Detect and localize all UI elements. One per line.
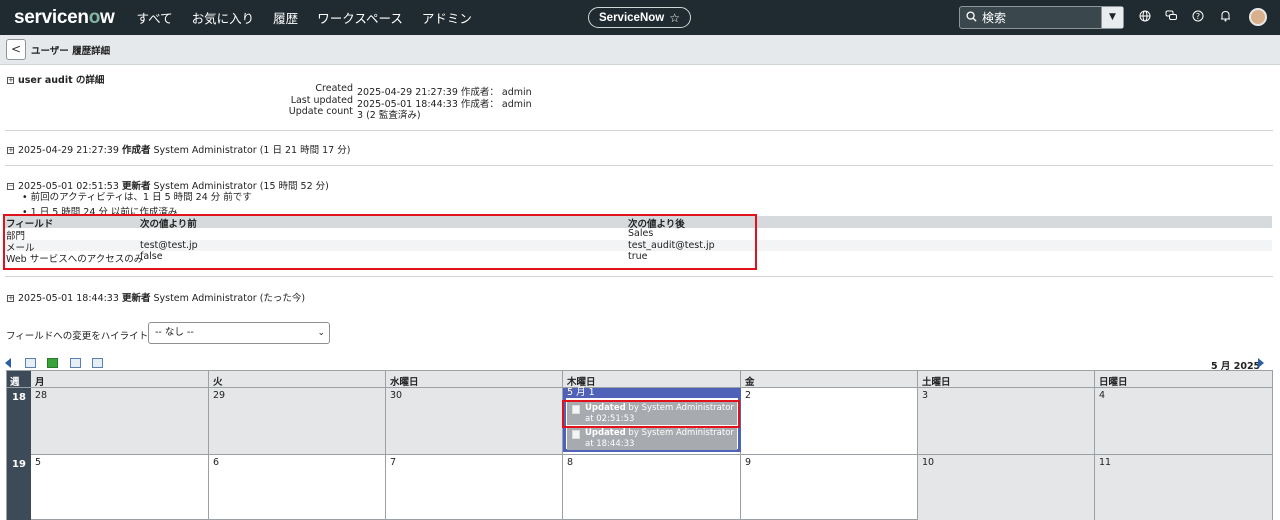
update-count-label: Update count	[288, 106, 353, 117]
day-cell[interactable]: 10	[918, 455, 1095, 520]
day-cell[interactable]: 7	[386, 455, 563, 520]
day-view-icon[interactable]	[25, 358, 36, 368]
star-icon[interactable]: ☆	[669, 11, 680, 25]
calendar-grid: 週 月 火 水曜日 木曜日 金 土曜日 日曜日 18 19 28 29 30 2…	[6, 370, 1273, 520]
back-button[interactable]: <	[6, 39, 26, 60]
expand-icon[interactable]: +	[7, 295, 14, 302]
created-label: Created	[315, 83, 353, 94]
form-header: < ユーザー 履歴詳細	[0, 35, 1280, 65]
document-icon	[572, 430, 580, 439]
chevron-down-icon: ⌄	[317, 328, 325, 338]
next-month-icon[interactable]	[1258, 358, 1264, 368]
collapse-icon[interactable]: −	[7, 183, 14, 190]
note-item: • 前回のアクティビティは、1 日 5 時間 24 分 前です	[22, 192, 252, 203]
globe-icon[interactable]	[1138, 10, 1152, 24]
menu-admin[interactable]: アドミン	[422, 8, 472, 27]
day-header-mon: 月	[31, 371, 209, 388]
day-cell[interactable]: 4	[1095, 388, 1272, 455]
divider	[5, 165, 1273, 166]
details-title: の詳細	[72, 75, 105, 86]
chat-icon[interactable]	[1164, 10, 1178, 24]
day-cell[interactable]: 8	[563, 455, 741, 520]
highlight-box-diff	[3, 214, 757, 270]
menu-all[interactable]: すべて	[137, 8, 173, 27]
day-cell[interactable]: 30	[386, 388, 563, 455]
page-title: ユーザー 履歴詳細	[31, 46, 111, 57]
day-header-sun: 日曜日	[1095, 371, 1272, 388]
details-section-header[interactable]: + user audit の詳細	[7, 72, 104, 86]
week-number: 18	[12, 392, 26, 403]
day-cell[interactable]: 28	[31, 388, 209, 455]
entry-time: 2025-04-29 21:27:39	[18, 145, 119, 156]
expand-icon[interactable]: +	[7, 77, 14, 84]
divider	[5, 130, 1273, 131]
entry-verb: 作成者	[121, 145, 151, 156]
day-header-fri: 金	[741, 371, 918, 388]
week-header: 週	[7, 371, 31, 388]
highlight-label: フィールドへの変更をハイライト:	[6, 331, 152, 342]
highlight-selected-value: -- なし --	[155, 327, 194, 338]
menu-history[interactable]: 履歴	[273, 8, 298, 27]
highlight-select[interactable]: -- なし -- ⌄	[148, 322, 330, 344]
entry-detail: System Administrator (たった今)	[150, 293, 306, 304]
day-cell[interactable]: 29	[209, 388, 386, 455]
global-search[interactable]: 検索 ▼	[959, 6, 1124, 29]
details-record-name: user audit	[18, 75, 73, 86]
prev-month-icon[interactable]	[5, 358, 11, 368]
menu-favorites[interactable]: お気に入り	[192, 8, 255, 27]
search-input[interactable]: 検索	[982, 9, 1101, 26]
year-view-icon[interactable]	[92, 358, 103, 368]
history-entry-1[interactable]: +2025-04-29 21:27:39 作成者 System Administ…	[7, 142, 350, 156]
day-header-thu: 木曜日	[563, 371, 741, 388]
day-cell[interactable]: 2	[741, 388, 918, 455]
highlight-box-event	[562, 400, 740, 428]
menu-workspace[interactable]: ワークスペース	[317, 8, 403, 27]
day-cell[interactable]: 6	[209, 455, 386, 520]
help-icon[interactable]: ?	[1191, 10, 1205, 24]
week-number: 19	[12, 459, 26, 470]
history-entry-3[interactable]: +2025-05-01 18:44:33 更新者 System Administ…	[7, 290, 305, 304]
entry-detail: System Administrator (1 日 21 時間 17 分)	[150, 145, 351, 156]
search-dropdown-icon[interactable]: ▼	[1101, 7, 1123, 28]
entry-verb: 更新者	[121, 293, 151, 304]
divider	[5, 276, 1273, 277]
instance-pill[interactable]: ServiceNow ☆	[588, 7, 691, 28]
day-header-wed: 水曜日	[386, 371, 563, 388]
month-view-icon[interactable]	[70, 358, 81, 368]
main-menu: すべて お気に入り 履歴 ワークスペース アドミン	[137, 8, 491, 27]
day-header-sat: 土曜日	[918, 371, 1095, 388]
calendar-event[interactable]: Updated by System Administrator at 18:44…	[567, 427, 737, 450]
top-navigation: servicenow すべて お気に入り 履歴 ワークスペース アドミン Ser…	[0, 0, 1280, 35]
svg-text:?: ?	[1196, 12, 1200, 21]
today-date-label: 5 月 1	[563, 388, 741, 398]
day-cell[interactable]: 3	[918, 388, 1095, 455]
instance-name: ServiceNow	[599, 11, 665, 24]
day-cell[interactable]: 11	[1095, 455, 1272, 520]
entry-time: 2025-05-01 18:44:33	[18, 293, 119, 304]
bell-icon[interactable]	[1218, 10, 1232, 24]
search-icon	[960, 10, 982, 25]
expand-icon[interactable]: +	[7, 147, 14, 154]
day-cell[interactable]: 9	[741, 455, 918, 520]
update-count-value: 3 (2 監査済み)	[357, 110, 421, 121]
week-view-icon[interactable]	[47, 358, 58, 368]
updated-label: Last updated	[290, 95, 353, 106]
user-avatar[interactable]	[1249, 8, 1267, 26]
day-header-tue: 火	[209, 371, 386, 388]
servicenow-logo[interactable]: servicenow	[14, 7, 115, 29]
day-cell[interactable]: 5	[31, 455, 209, 520]
